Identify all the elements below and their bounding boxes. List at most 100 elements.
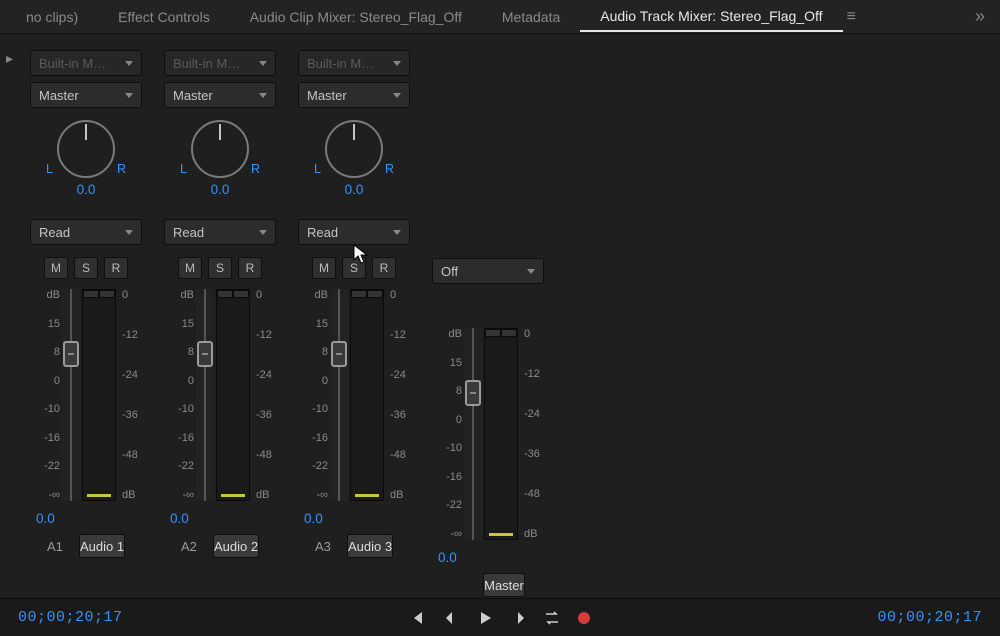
record-enable-button-a1[interactable]: R [104, 257, 128, 279]
solo-button-a2[interactable]: S [208, 257, 232, 279]
track-name-a3[interactable]: Audio 3 [347, 534, 393, 558]
level-meter-a2 [216, 289, 250, 501]
tab-audio-clip-mixer[interactable]: Audio Clip Mixer: Stereo_Flag_Off [230, 3, 482, 31]
output-select-label: Master [173, 88, 213, 103]
track-name-a2[interactable]: Audio 2 [213, 534, 259, 558]
chevron-down-icon [527, 269, 535, 274]
level-meter-a3 [350, 289, 384, 501]
automation-mode-label: Read [307, 225, 338, 240]
fader-value-a2[interactable]: 0.0 [170, 511, 189, 526]
input-select-label: Built-in M… [39, 56, 106, 71]
output-select-a2[interactable]: Master [164, 82, 276, 108]
transport-footer: 00;00;20;17 00;00;20;17 [0, 598, 1000, 636]
track-strip-a2: Built-in M… Master L R 0.0 Read M S R dB [156, 50, 284, 597]
record-enable-button-a3[interactable]: R [372, 257, 396, 279]
step-back-icon[interactable] [444, 611, 460, 625]
mute-button-a2[interactable]: M [178, 257, 202, 279]
track-id-a3: A3 [315, 539, 341, 554]
chevron-down-icon [125, 93, 133, 98]
pan-control-a1: L R 0.0 [46, 120, 126, 197]
meter-scale: 0 -12 -24 -36 -48 dB [116, 289, 142, 501]
input-select-label: Built-in M… [307, 56, 374, 71]
pan-control-a3: L R 0.0 [314, 120, 394, 197]
pan-value-a3[interactable]: 0.0 [314, 182, 394, 197]
pan-value-a1[interactable]: 0.0 [46, 182, 126, 197]
expand-effects-arrow-icon[interactable]: ▸ [6, 50, 13, 67]
automation-mode-select-a3[interactable]: Read [298, 219, 410, 245]
automation-mode-label: Off [441, 264, 458, 279]
automation-mode-label: Read [173, 225, 204, 240]
fader-value-master[interactable]: 0.0 [438, 550, 457, 565]
fader-a3[interactable] [330, 289, 348, 501]
pan-knob-a2[interactable] [191, 120, 249, 178]
fader-master[interactable] [464, 328, 482, 540]
play-icon[interactable] [478, 611, 492, 625]
loop-icon[interactable] [544, 611, 560, 625]
pan-control-a2: L R 0.0 [180, 120, 260, 197]
tab-overflow-icon[interactable]: » [965, 6, 994, 27]
meter-scale: 0-12 -24-36 -48dB [518, 328, 544, 540]
pan-left-label: L [180, 162, 187, 176]
meter-scale: 0-12 -24-36 -48dB [250, 289, 276, 501]
panel-menu-icon[interactable]: ≡ [847, 8, 856, 26]
pan-knob-a1[interactable] [57, 120, 115, 178]
fader-value-a3[interactable]: 0.0 [304, 511, 323, 526]
step-forward-icon[interactable] [510, 611, 526, 625]
track-id-a2: A2 [181, 539, 207, 554]
mute-button-a1[interactable]: M [44, 257, 68, 279]
automation-mode-label: Read [39, 225, 70, 240]
chevron-down-icon [259, 93, 267, 98]
output-select-a3[interactable]: Master [298, 82, 410, 108]
chevron-down-icon [125, 230, 133, 235]
timecode-out[interactable]: 00;00;20;17 [877, 609, 982, 626]
fader-value-a1[interactable]: 0.0 [36, 511, 55, 526]
timecode-in[interactable]: 00;00;20;17 [18, 609, 123, 626]
track-name-a1[interactable]: Audio 1 [79, 534, 125, 558]
tab-effect-controls[interactable]: Effect Controls [98, 3, 230, 31]
pan-value-a2[interactable]: 0.0 [180, 182, 260, 197]
pan-right-label: R [385, 162, 394, 176]
fader-handle-master[interactable] [465, 380, 481, 406]
tab-metadata[interactable]: Metadata [482, 3, 580, 31]
level-meter-a1 [82, 289, 116, 501]
input-select-label: Built-in M… [173, 56, 240, 71]
fader-scale: dB 158 0-10 -16-22 -∞ [164, 289, 196, 501]
track-strip-master: Off dB 158 0-10 -16-22 -∞ 0-12 -24-36 -4… [424, 50, 552, 597]
output-select-label: Master [307, 88, 347, 103]
chevron-down-icon [393, 230, 401, 235]
fader-a2[interactable] [196, 289, 214, 501]
fader-handle-a1[interactable] [63, 341, 79, 367]
meter-scale: 0-12 -24-36 -48dB [384, 289, 410, 501]
tab-source[interactable]: no clips) [6, 3, 98, 31]
go-to-in-point-icon[interactable] [410, 611, 426, 625]
solo-button-a1[interactable]: S [74, 257, 98, 279]
fader-handle-a3[interactable] [331, 341, 347, 367]
automation-mode-select-a1[interactable]: Read [30, 219, 142, 245]
automation-mode-select-master[interactable]: Off [432, 258, 544, 284]
pan-knob-a3[interactable] [325, 120, 383, 178]
solo-button-a3[interactable]: S [342, 257, 366, 279]
input-select-a3[interactable]: Built-in M… [298, 50, 410, 76]
pan-left-label: L [314, 162, 321, 176]
pan-left-label: L [46, 162, 53, 176]
mixer-panel: Built-in M… Master L R 0.0 Read M S R dB [0, 34, 1000, 605]
output-select-label: Master [39, 88, 79, 103]
input-select-a2[interactable]: Built-in M… [164, 50, 276, 76]
chevron-down-icon [259, 230, 267, 235]
record-icon[interactable] [578, 612, 590, 624]
tab-audio-track-mixer[interactable]: Audio Track Mixer: Stereo_Flag_Off [580, 2, 842, 32]
track-strip-a3: Built-in M… Master L R 0.0 Read M S R dB [290, 50, 418, 597]
track-name-master[interactable]: Master [483, 573, 525, 597]
output-select-a1[interactable]: Master [30, 82, 142, 108]
automation-mode-select-a2[interactable]: Read [164, 219, 276, 245]
record-enable-button-a2[interactable]: R [238, 257, 262, 279]
fader-scale: dB 158 0-10 -16-22 -∞ [432, 328, 464, 540]
fader-handle-a2[interactable] [197, 341, 213, 367]
track-id-a1: A1 [47, 539, 73, 554]
mute-button-a3[interactable]: M [312, 257, 336, 279]
chevron-down-icon [125, 61, 133, 66]
input-select-a1[interactable]: Built-in M… [30, 50, 142, 76]
track-strip-a1: Built-in M… Master L R 0.0 Read M S R dB [22, 50, 150, 597]
fader-scale: dB 15 8 0 -10 -16 -22 -∞ [30, 289, 62, 501]
fader-a1[interactable] [62, 289, 80, 501]
